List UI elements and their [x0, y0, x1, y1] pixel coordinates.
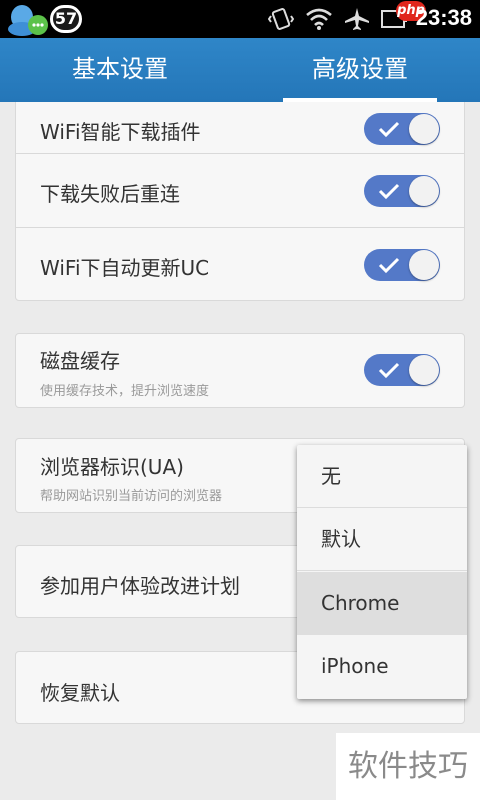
user-agent-dropdown: 无 默认 Chrome iPhone	[297, 445, 467, 699]
disk-cache-toggle[interactable]	[364, 354, 440, 386]
setting-label: 下载失败后重连	[40, 182, 180, 206]
ua-option-chrome[interactable]: Chrome	[297, 572, 467, 635]
restore-defaults-label: 恢复默认	[40, 681, 120, 705]
setting-label: WiFi智能下载插件	[40, 120, 201, 144]
retry-toggle[interactable]	[364, 175, 440, 207]
setting-description: 使用缓存技术，提升浏览速度	[40, 384, 210, 399]
tab-advanced-settings[interactable]: 高级设置	[240, 38, 480, 102]
setting-label: WiFi下自动更新UC	[40, 256, 210, 280]
airplane-icon	[345, 8, 369, 30]
wifi-plugin-toggle[interactable]	[364, 113, 440, 145]
toggle-knob	[409, 176, 439, 206]
setting-row-auto-update[interactable]: WiFi下自动更新UC	[16, 228, 464, 302]
vibrate-icon	[268, 8, 294, 30]
check-icon	[378, 183, 400, 200]
disk-cache-card[interactable]: 磁盘缓存 使用缓存技术，提升浏览速度	[15, 333, 465, 408]
settings-tab-bar: 基本设置 高级设置	[0, 38, 480, 102]
setting-row-retry[interactable]: 下载失败后重连	[16, 154, 464, 228]
check-icon	[378, 121, 400, 138]
clock: 23:38	[415, 5, 472, 30]
watermark: 软件技巧	[336, 733, 480, 800]
check-icon	[378, 362, 400, 379]
wifi-icon	[306, 8, 332, 30]
toggle-knob	[409, 355, 439, 385]
setting-label: 磁盘缓存	[40, 349, 120, 373]
setting-row-wifi-plugin[interactable]: WiFi智能下载插件	[16, 102, 464, 154]
setting-label: 浏览器标识(UA)	[40, 455, 184, 479]
status-bar: 57 php 23:38	[0, 0, 480, 38]
ua-option-default[interactable]: 默认	[297, 508, 467, 571]
ua-option-none[interactable]: 无	[297, 445, 467, 508]
setting-description: 帮助网站识别当前访问的浏览器	[40, 489, 223, 504]
auto-update-toggle[interactable]	[364, 249, 440, 281]
setting-label: 参加用户体验改进计划	[40, 574, 240, 598]
qq-icon	[8, 5, 48, 36]
notification-count-badge: 57	[50, 5, 82, 33]
download-settings-card: WiFi智能下载插件 下载失败后重连 WiFi下自动更新UC	[15, 102, 465, 301]
toggle-knob	[409, 250, 439, 280]
ua-option-iphone[interactable]: iPhone	[297, 635, 467, 698]
check-icon	[378, 257, 400, 274]
tab-basic-settings[interactable]: 基本设置	[0, 38, 240, 102]
toggle-knob	[409, 114, 439, 144]
